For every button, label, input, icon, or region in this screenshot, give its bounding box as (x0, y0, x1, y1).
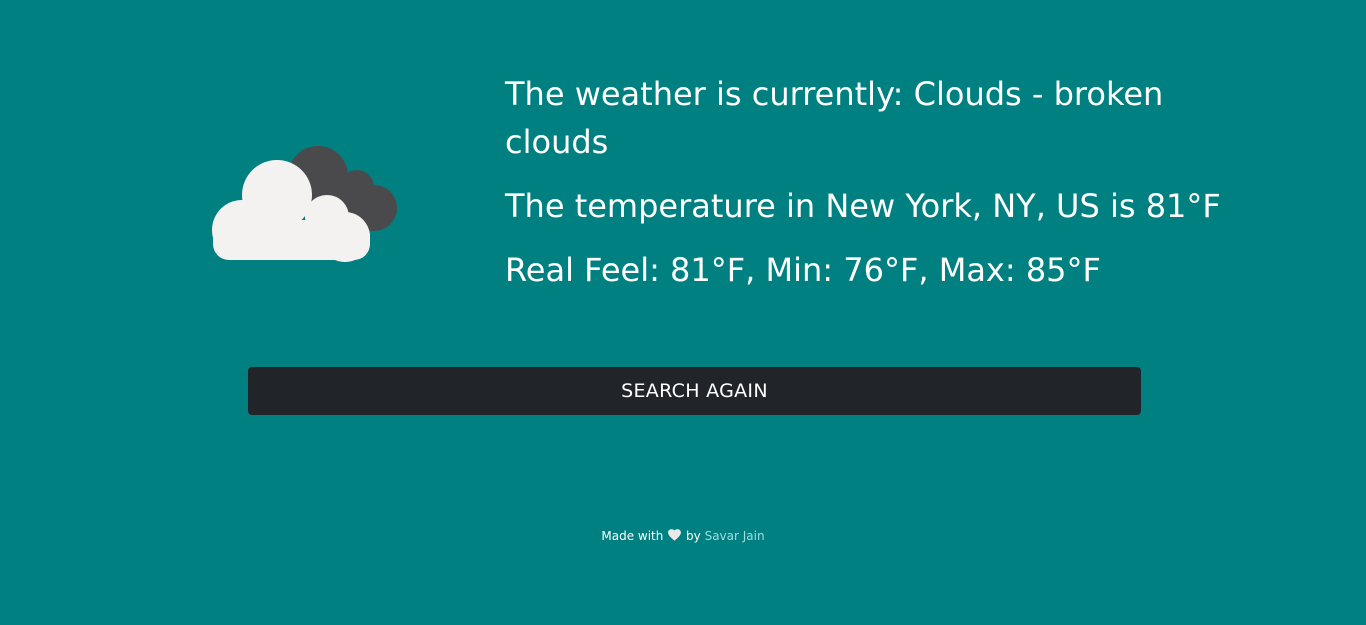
footer: Made with by Savar Jain (0, 528, 1366, 544)
heart-icon (668, 529, 682, 541)
temperature-details: Real Feel: 81°F, Min: 76°F, Max: 85°F (505, 251, 1101, 289)
footer-prefix: Made with (601, 529, 664, 543)
footer-by: by (686, 529, 701, 543)
temperature-text: The temperature in New York, NY, US is 8… (505, 187, 1221, 225)
weather-description: The weather is currently: Clouds - broke… (505, 75, 1164, 161)
search-again-button[interactable]: SEARCH AGAIN (248, 367, 1141, 415)
clouds-icon (205, 140, 405, 270)
weather-info: The weather is currently: Clouds - broke… (505, 70, 1265, 294)
author-link[interactable]: Savar Jain (705, 529, 765, 543)
